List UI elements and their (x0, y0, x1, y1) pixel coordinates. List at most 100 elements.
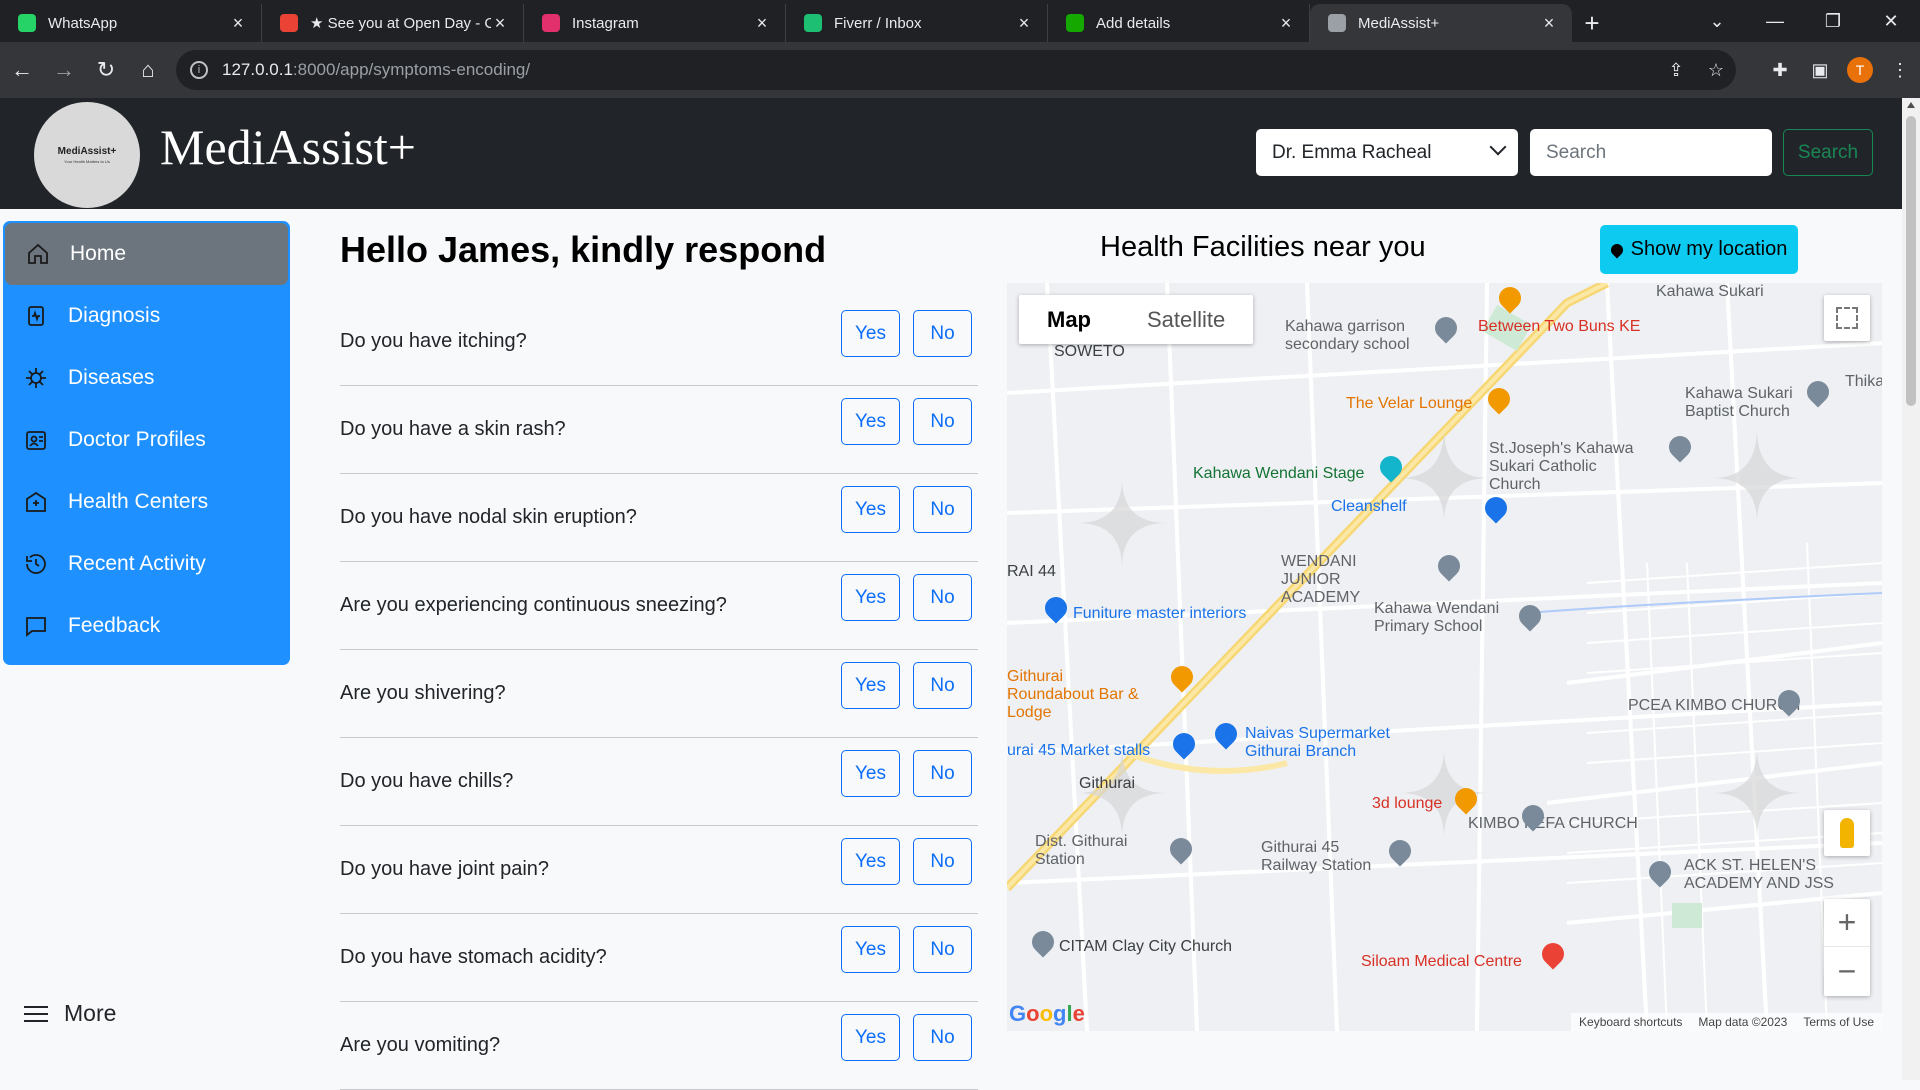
bookmark-star-icon[interactable]: ☆ (1696, 60, 1736, 81)
no-button[interactable]: No (913, 750, 972, 797)
yes-button[interactable]: Yes (841, 486, 900, 533)
street-view-pegman-icon[interactable] (1824, 810, 1870, 856)
no-button[interactable]: No (913, 398, 972, 445)
menu-kebab-icon[interactable]: ⋮ (1880, 60, 1920, 81)
zoom-out-icon[interactable]: − (1824, 947, 1870, 995)
app-logo[interactable]: MediAssist+ Your Health Matters to Us (34, 102, 140, 208)
map-place-label[interactable]: Kahawa Wendani Stage (1193, 465, 1364, 483)
map-place-label[interactable]: CITAM Clay City Church (1059, 938, 1232, 956)
map-place-label[interactable]: PCEA KIMBO CHURCH (1628, 697, 1800, 715)
sidebar-item-doctor-profiles[interactable]: Doctor Profiles (3, 409, 290, 471)
home-browser-icon[interactable]: ⌂ (128, 50, 168, 90)
restore-icon[interactable]: ❐ (1804, 0, 1862, 42)
map-toggle-satellite[interactable]: Satellite (1119, 295, 1253, 344)
map-place-label[interactable]: Thika (1845, 373, 1882, 391)
yes-button[interactable]: Yes (841, 838, 900, 885)
back-icon[interactable]: ← (2, 50, 42, 90)
no-button[interactable]: No (913, 310, 972, 357)
map-place-label[interactable]: The Velar Lounge (1346, 395, 1472, 413)
browser-tab[interactable]: Add details × (1048, 4, 1310, 42)
yes-button[interactable]: Yes (841, 574, 900, 621)
map-place-label[interactable]: Githurai (1079, 775, 1135, 793)
tab-search-icon[interactable]: ⌄ (1688, 0, 1746, 42)
fullscreen-icon[interactable] (1824, 295, 1870, 341)
no-button[interactable]: No (913, 486, 972, 533)
profile-avatar[interactable]: T (1847, 57, 1873, 83)
forward-icon[interactable]: → (44, 50, 84, 90)
address-bar[interactable]: i 127.0.0.1:8000/app/symptoms-encoding/ … (176, 50, 1736, 90)
map-footer-link[interactable]: Keyboard shortcuts (1571, 1013, 1690, 1031)
sidebar-item-home[interactable]: Home (5, 223, 288, 285)
share-icon[interactable]: ⇪ (1656, 60, 1696, 81)
map-place-label[interactable]: St.Joseph's Kahawa Sukari Catholic Churc… (1489, 440, 1649, 494)
map-place-label[interactable]: Dist. Githurai Station (1035, 833, 1155, 869)
browser-tab[interactable]: WhatsApp × (0, 4, 262, 42)
yes-button[interactable]: Yes (841, 310, 900, 357)
yes-button[interactable]: Yes (841, 750, 900, 797)
map-place-label[interactable]: Funiture master interiors (1073, 605, 1246, 623)
minimize-icon[interactable]: — (1746, 0, 1804, 42)
browser-tab[interactable]: MediAssist+ × (1310, 4, 1572, 42)
zoom-in-icon[interactable]: + (1824, 899, 1870, 947)
extensions-icon[interactable]: ✚ (1760, 60, 1800, 81)
close-window-icon[interactable]: ✕ (1862, 0, 1920, 42)
sidebar-item-diagnosis[interactable]: Diagnosis (3, 285, 290, 347)
scrollbar-thumb[interactable] (1906, 116, 1916, 406)
yes-button[interactable]: Yes (841, 926, 900, 973)
reload-icon[interactable]: ↻ (86, 50, 126, 90)
page-scrollbar[interactable] (1902, 98, 1920, 1080)
map-toggle-map[interactable]: Map (1019, 295, 1119, 344)
site-info-icon[interactable]: i (190, 61, 208, 79)
no-button[interactable]: No (913, 926, 972, 973)
map-place-label[interactable]: Between Two Buns KE (1478, 318, 1640, 336)
map-place-label[interactable]: urai 45 Market stalls (1007, 742, 1150, 760)
no-button[interactable]: No (913, 574, 972, 621)
no-button[interactable]: No (913, 662, 972, 709)
sidebar-item-health-centers[interactable]: Health Centers (3, 471, 290, 533)
map-place-label[interactable]: RAI 44 (1007, 563, 1056, 581)
browser-tab[interactable]: Fiverr / Inbox × (786, 4, 1048, 42)
google-map[interactable]: Map Satellite Kahawa garrison secondary … (1007, 283, 1882, 1031)
sidebar-item-diseases[interactable]: Diseases (3, 347, 290, 409)
close-tab-icon[interactable]: × (1015, 13, 1033, 34)
sidebar-item-feedback[interactable]: Feedback (3, 595, 290, 657)
map-place-label[interactable]: Kahawa garrison secondary school (1285, 318, 1415, 354)
map-place-label[interactable]: Kahawa Sukari Baptist Church (1685, 385, 1795, 421)
map-place-label[interactable]: Githurai 45 Railway Station (1261, 839, 1391, 875)
search-input[interactable] (1530, 129, 1772, 176)
close-tab-icon[interactable]: × (1540, 13, 1558, 34)
map-place-label[interactable]: WENDANI JUNIOR ACADEMY (1281, 553, 1401, 607)
close-tab-icon[interactable]: × (1277, 13, 1295, 34)
map-place-label[interactable]: Kahawa Sukari (1656, 283, 1764, 301)
yes-button[interactable]: Yes (841, 398, 900, 445)
new-tab-button[interactable]: + (1572, 4, 1612, 42)
show-location-button[interactable]: Show my location (1600, 225, 1798, 274)
close-tab-icon[interactable]: × (491, 13, 509, 34)
map-footer-link[interactable]: Map data ©2023 (1690, 1013, 1795, 1031)
map-place-label[interactable]: 3d lounge (1372, 795, 1442, 813)
map-place-label[interactable]: Siloam Medical Centre (1361, 953, 1522, 971)
sidebar-item-recent-activity[interactable]: Recent Activity (3, 533, 290, 595)
no-button[interactable]: No (913, 1014, 972, 1061)
map-place-label[interactable]: SOWETO (1054, 343, 1125, 361)
doctor-select[interactable]: Dr. Emma Racheal (1256, 129, 1518, 176)
close-tab-icon[interactable]: × (753, 13, 771, 34)
yes-button[interactable]: Yes (841, 662, 900, 709)
map-place-label[interactable]: Naivas Supermarket Githurai Branch (1245, 725, 1405, 761)
map-footer-link[interactable]: Terms of Use (1795, 1013, 1882, 1031)
map-place-label[interactable]: KIMBO PEFA CHURCH (1468, 815, 1638, 833)
browser-tab[interactable]: Instagram × (524, 4, 786, 42)
map-place-label[interactable]: Cleanshelf (1331, 498, 1407, 516)
side-panel-icon[interactable]: ▣ (1800, 60, 1840, 81)
map-place-label[interactable]: Kahawa Wendani Primary School (1374, 600, 1519, 636)
browser-tab[interactable]: ★ See you at Open Day - C × (262, 4, 524, 42)
map-place-label[interactable]: ACK ST. HELEN'S ACADEMY AND JSS (1684, 857, 1834, 893)
yes-button[interactable]: Yes (841, 1014, 900, 1061)
search-button[interactable]: Search (1783, 129, 1873, 176)
map-place-label[interactable]: Githurai Roundabout Bar & Lodge (1007, 668, 1147, 722)
more-menu[interactable]: More (24, 1000, 116, 1027)
no-button[interactable]: No (913, 838, 972, 885)
close-tab-icon[interactable]: × (229, 13, 247, 34)
scroll-up-icon[interactable] (1907, 102, 1915, 108)
virus-icon (23, 365, 49, 391)
